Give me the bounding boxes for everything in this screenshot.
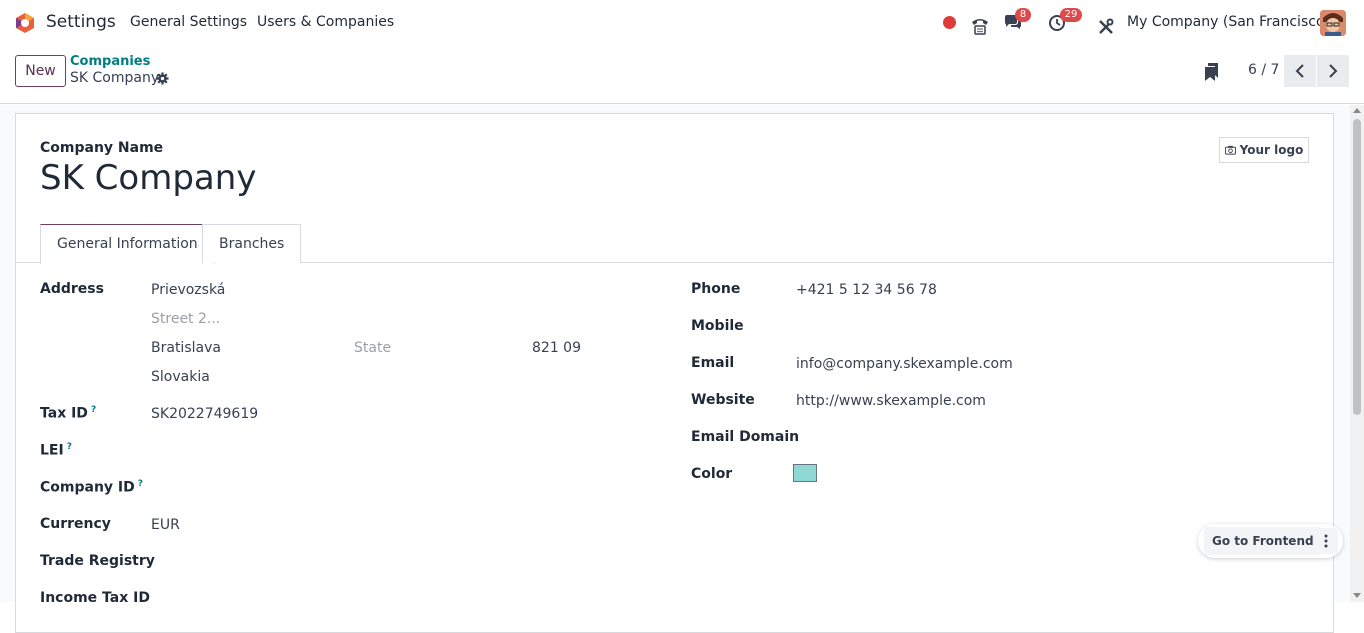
kebab-menu-icon [1324,534,1328,548]
color-label: Color [691,466,733,482]
zip-field[interactable]: 821 09 [532,340,581,356]
website-field[interactable]: http://www.skexample.com [796,393,986,409]
address-label: Address [40,281,104,297]
tax-id-field[interactable]: SK2022749619 [151,406,258,422]
color-picker[interactable] [793,464,817,482]
company-id-help-icon[interactable]: ? [138,479,143,489]
gear-icon[interactable] [156,72,169,85]
go-to-frontend-button[interactable]: Go to Frontend [1204,527,1322,555]
mobile-label: Mobile [691,318,744,334]
currency-field[interactable]: EUR [151,517,180,533]
activity-button[interactable]: 29 [1048,8,1086,36]
chevron-right-icon [1329,64,1338,78]
lei-label: LEI? [40,442,72,459]
phone-field[interactable]: +421 5 12 34 56 78 [796,282,937,298]
new-button[interactable]: New [15,55,66,87]
phone-label: Phone [691,281,741,297]
tax-id-label: Tax ID? [40,405,97,422]
email-field[interactable]: info@company.skexample.com [796,356,1013,372]
phone-icon[interactable] [970,13,990,39]
email-label: Email [691,355,735,371]
control-panel: New Companies SK Company 6 / 7 [0,46,1364,104]
country-field[interactable]: Slovakia [151,369,210,385]
email-domain-label: Email Domain [691,429,800,445]
street2-field[interactable]: Street 2... [151,311,220,327]
company-switcher[interactable]: My Company (San Francisco) [1127,14,1330,30]
logo-upload-label: Your logo [1239,143,1304,157]
form-area: Company Name SK Company Your logo Genera… [0,105,1350,633]
more-options-button[interactable] [1314,528,1338,554]
trade-registry-label: Trade Registry [40,553,155,569]
currency-label: Currency [40,516,111,532]
logo-upload-button[interactable]: Your logo [1219,137,1309,163]
tools-icon[interactable] [1097,14,1115,40]
clock-count-badge: 29 [1060,8,1082,22]
company-name-field[interactable]: SK Company [40,158,256,198]
company-name-label: Company Name [40,140,164,156]
street-field[interactable]: Prievozská [151,282,225,298]
page-scrollbar[interactable] [1350,105,1364,602]
form-sheet: Company Name SK Company Your logo Genera… [15,113,1334,633]
breadcrumb-current: SK Company [70,70,160,86]
camera-icon [1224,145,1236,155]
bookmark-icon[interactable] [1204,62,1220,82]
app-name[interactable]: Settings [46,12,116,32]
user-avatar[interactable] [1320,10,1346,36]
scroll-down-arrow-icon[interactable] [1353,593,1361,598]
company-id-label: Company ID? [40,479,143,496]
menu-users-companies[interactable]: Users & Companies [257,14,394,30]
pager-previous-button[interactable] [1284,55,1316,87]
tax-id-help-icon[interactable]: ? [91,405,96,415]
breadcrumb-companies[interactable]: Companies [70,54,150,69]
form-tabs: General Information Branches [16,224,1333,264]
scroll-up-arrow-icon[interactable] [1353,108,1361,113]
menu-general-settings[interactable]: General Settings [130,14,247,30]
tab-general-information[interactable]: General Information [40,224,215,264]
lei-help-icon[interactable]: ? [67,442,72,452]
status-dot-icon[interactable] [943,16,956,29]
city-field[interactable]: Bratislava [151,340,221,356]
chat-count-badge: 8 [1015,8,1031,22]
pager-value[interactable]: 6 / 7 [1248,62,1279,78]
app-logo-icon[interactable] [14,12,36,34]
scroll-thumb[interactable] [1353,119,1361,415]
chat-button[interactable]: 8 [1003,8,1035,36]
tab-branches[interactable]: Branches [202,224,302,263]
income-tax-label: Income Tax ID [40,590,150,606]
state-field[interactable]: State [354,340,391,356]
chevron-left-icon [1295,64,1304,78]
website-label: Website [691,392,755,408]
frontend-widget: Go to Frontend [1198,524,1343,558]
pager-next-button[interactable] [1317,55,1349,87]
top-navbar: Settings General Settings Users & Compan… [0,0,1364,46]
